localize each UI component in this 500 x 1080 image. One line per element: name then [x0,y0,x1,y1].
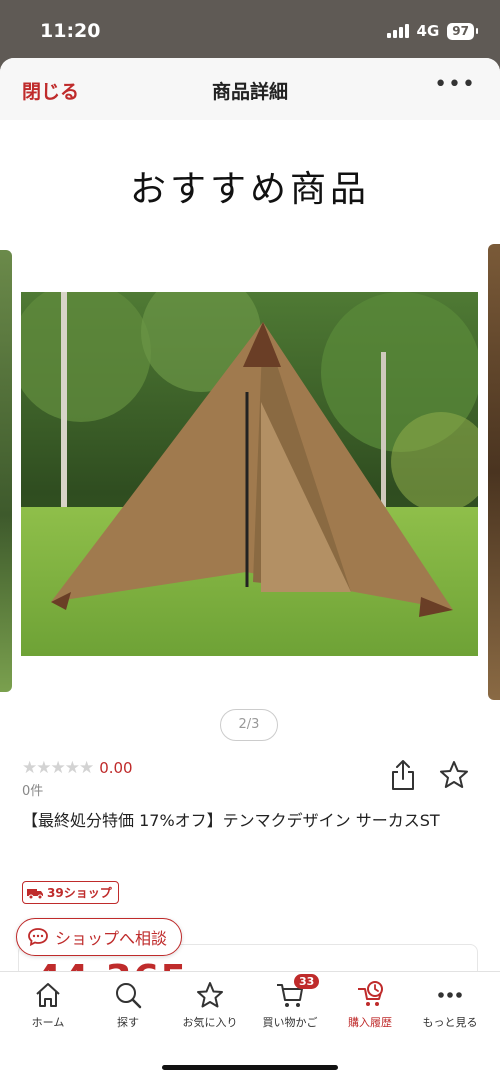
home-indicator [162,1065,338,1070]
tab-bar: ホーム 探す お気に入り 33 買い物かご 購入履歴 もっと見る [0,971,500,1080]
banner-title: おすすめ商品 [129,169,370,210]
network-type: 4G [416,22,440,40]
tab-purchase-history[interactable]: 購入履歴 [330,980,410,1030]
product-title: 【最終処分特価 17%オフ】テンマクデザイン サーカスST [22,811,440,830]
home-icon [36,983,60,1007]
nav-bar: 閉じる 商品詳細 ••• [0,58,500,120]
share-icon[interactable] [388,758,418,792]
consult-shop-button[interactable]: ショップへ相談 [16,918,183,956]
status-indicators: 4G 97 [386,22,478,40]
signal-icon [386,24,409,38]
tab-cart-label: 買い物かご [262,1016,318,1029]
carousel-next-image[interactable] [488,244,500,700]
page-title: 商品詳細 [211,81,288,103]
favorite-star-icon[interactable] [438,759,470,791]
shop-badge: 39ショップ [22,881,119,904]
battery-icon: 97 [447,22,478,40]
search-icon [116,983,142,1009]
chat-bubble-icon [28,928,48,947]
tab-search[interactable]: 探す [88,980,168,1030]
star-icon [197,982,223,1008]
history-icon [358,981,383,1006]
carousel-pager: 2/3 [220,709,278,741]
consult-shop-label: ショップへ相談 [55,929,168,948]
status-time: 11:20 [40,20,101,42]
tab-home[interactable]: ホーム [8,980,88,1030]
status-bar: 11:20 4G 97 [0,0,500,60]
truck-icon [27,888,43,899]
review-count[interactable]: 0件 [22,780,43,799]
tab-favorites[interactable]: お気に入り [170,980,250,1030]
carousel-prev-image[interactable] [0,250,12,692]
rating-stars: ★★★★★ [22,758,94,778]
tab-more[interactable]: もっと見る [410,980,490,1030]
tab-purchase-history-label: 購入履歴 [348,1016,392,1029]
more-menu-button[interactable]: ••• [434,72,476,97]
product-photo[interactable] [21,292,478,656]
product-detail-sheet: 閉じる 商品詳細 ••• おすすめ商品 2/3 ★★★★★ 0.00 0件 【最… [0,58,500,1080]
rating-row: ★★★★★ 0.00 [22,758,133,778]
tab-favorites-label: お気に入り [182,1016,238,1029]
tab-home-label: ホーム [31,1016,65,1029]
rating-value[interactable]: 0.00 [99,759,132,777]
shop-badge-label: 39ショップ [47,886,112,900]
tab-more-label: もっと見る [422,1016,478,1029]
cart-count-badge: 33 [294,974,320,989]
tab-search-label: 探す [117,1016,139,1029]
more-icon [438,992,462,998]
tab-cart[interactable]: 33 買い物かご [250,974,330,1030]
